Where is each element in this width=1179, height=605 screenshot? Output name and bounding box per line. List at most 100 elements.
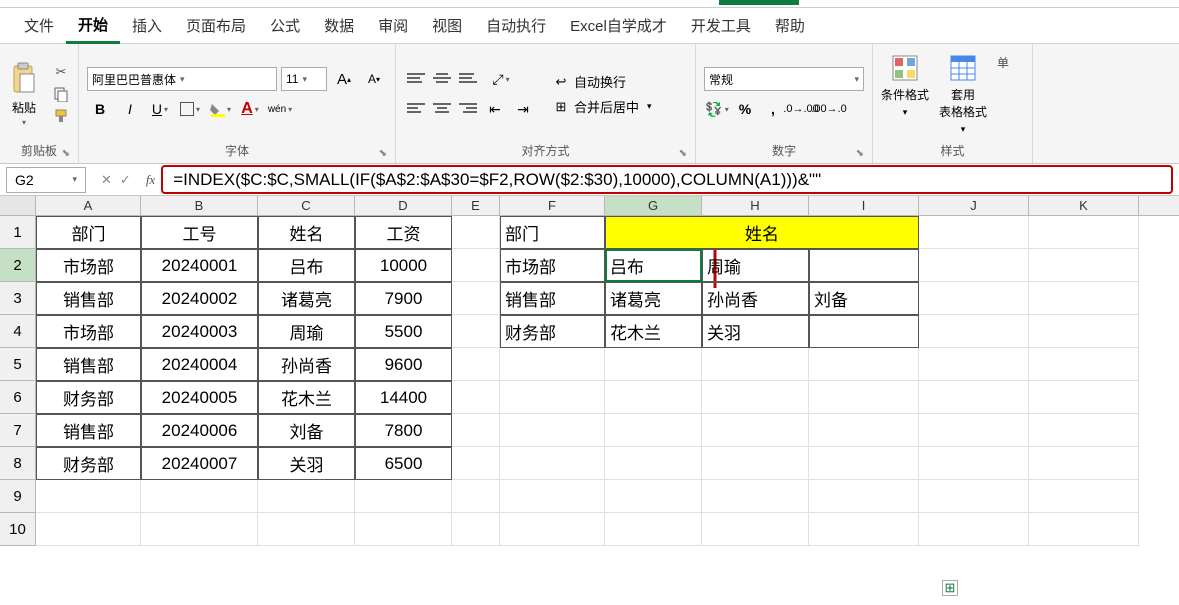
cell[interactable]: 9600 xyxy=(355,348,452,381)
cell[interactable]: 市场部 xyxy=(36,249,141,282)
cell[interactable]: 销售部 xyxy=(500,282,605,315)
cell[interactable]: 20240005 xyxy=(141,381,258,414)
cell[interactable] xyxy=(452,282,500,315)
font-color-button[interactable]: A xyxy=(237,97,263,121)
cell[interactable] xyxy=(452,348,500,381)
cell[interactable]: 花木兰 xyxy=(605,315,702,348)
cell[interactable] xyxy=(1029,249,1139,282)
cell[interactable] xyxy=(1029,282,1139,315)
cell[interactable] xyxy=(702,447,809,480)
cell[interactable]: 销售部 xyxy=(36,414,141,447)
font-launcher[interactable]: ⬊ xyxy=(379,148,387,159)
cell[interactable] xyxy=(605,348,702,381)
cell[interactable] xyxy=(258,513,355,546)
col-header-K[interactable]: K xyxy=(1029,196,1139,215)
cell[interactable] xyxy=(1029,348,1139,381)
cell[interactable] xyxy=(809,249,919,282)
cell[interactable]: 财务部 xyxy=(36,447,141,480)
tab-insert[interactable]: 插入 xyxy=(120,9,174,42)
cell[interactable]: 市场部 xyxy=(500,249,605,282)
cell[interactable]: 市场部 xyxy=(36,315,141,348)
align-right-icon[interactable] xyxy=(456,97,480,119)
cell[interactable] xyxy=(500,513,605,546)
cell[interactable]: 关羽 xyxy=(702,315,809,348)
row-header[interactable]: 7 xyxy=(0,414,36,447)
cell[interactable] xyxy=(809,381,919,414)
cell[interactable]: 诸葛亮 xyxy=(258,282,355,315)
cell[interactable]: 姓名 xyxy=(258,216,355,249)
row-header[interactable]: 2 xyxy=(0,249,36,282)
clipboard-launcher[interactable]: ⬊ xyxy=(62,148,70,159)
format-as-table-button[interactable]: 套用 表格格式▾ xyxy=(939,54,987,135)
cell[interactable] xyxy=(500,348,605,381)
cell[interactable] xyxy=(605,447,702,480)
cell[interactable] xyxy=(919,282,1029,315)
phonetic-button[interactable]: wén xyxy=(267,97,293,121)
cell[interactable] xyxy=(500,480,605,513)
row-header[interactable]: 5 xyxy=(0,348,36,381)
tab-formulas[interactable]: 公式 xyxy=(258,9,312,42)
cell[interactable] xyxy=(141,513,258,546)
increase-font-icon[interactable]: A▴ xyxy=(331,67,357,91)
col-header-E[interactable]: E xyxy=(452,196,500,215)
accept-formula-icon[interactable]: ✓ xyxy=(117,172,134,188)
cell[interactable]: 20240006 xyxy=(141,414,258,447)
format-painter-icon[interactable] xyxy=(52,107,70,125)
cell[interactable] xyxy=(809,513,919,546)
cell[interactable]: 部门 xyxy=(500,216,605,249)
cell[interactable] xyxy=(919,381,1029,414)
cell[interactable] xyxy=(605,414,702,447)
cell[interactable] xyxy=(605,480,702,513)
cell[interactable] xyxy=(702,480,809,513)
cell[interactable] xyxy=(452,513,500,546)
cell[interactable]: 孙尚香 xyxy=(702,282,809,315)
cell[interactable] xyxy=(919,348,1029,381)
cell[interactable] xyxy=(452,216,500,249)
formula-input[interactable]: =INDEX($C:$C,SMALL(IF($A$2:$A$30=$F2,ROW… xyxy=(161,165,1173,194)
cell[interactable] xyxy=(355,513,452,546)
orientation-icon[interactable]: ⤢ xyxy=(488,67,514,91)
cell[interactable]: 财务部 xyxy=(500,315,605,348)
cell[interactable]: 工号 xyxy=(141,216,258,249)
cell[interactable] xyxy=(919,447,1029,480)
cell[interactable]: 销售部 xyxy=(36,282,141,315)
cell[interactable]: 诸葛亮 xyxy=(605,282,702,315)
row-header[interactable]: 3 xyxy=(0,282,36,315)
col-header-C[interactable]: C xyxy=(258,196,355,215)
align-middle-icon[interactable] xyxy=(430,67,454,89)
cell[interactable]: 10000 xyxy=(355,249,452,282)
cell[interactable] xyxy=(809,315,919,348)
cell[interactable] xyxy=(919,414,1029,447)
cell[interactable]: 6500 xyxy=(355,447,452,480)
cell[interactable] xyxy=(919,480,1029,513)
cell[interactable] xyxy=(1029,315,1139,348)
tab-developer[interactable]: 开发工具 xyxy=(679,9,763,42)
align-center-icon[interactable] xyxy=(430,97,454,119)
font-name-combo[interactable]: 阿里巴巴普惠体▾ xyxy=(87,67,277,91)
cell[interactable] xyxy=(702,414,809,447)
number-format-combo[interactable]: 常规▾ xyxy=(704,67,864,91)
cell[interactable]: 部门 xyxy=(36,216,141,249)
border-button[interactable] xyxy=(177,97,203,121)
cell[interactable] xyxy=(1029,480,1139,513)
col-header-G[interactable]: G xyxy=(605,196,702,215)
cell[interactable] xyxy=(1029,216,1139,249)
cell[interactable] xyxy=(809,447,919,480)
cell[interactable] xyxy=(605,513,702,546)
cell[interactable] xyxy=(809,414,919,447)
underline-button[interactable]: U xyxy=(147,97,173,121)
cell[interactable]: 20240004 xyxy=(141,348,258,381)
cell[interactable] xyxy=(452,480,500,513)
wrap-text-button[interactable]: ↩自动换行 xyxy=(552,72,652,91)
cell[interactable] xyxy=(452,249,500,282)
tab-pagelayout[interactable]: 页面布局 xyxy=(174,9,258,42)
indent-increase-icon[interactable]: ⇥ xyxy=(510,97,536,121)
cell[interactable] xyxy=(1029,414,1139,447)
merge-center-button[interactable]: ⊞合并后居中▾ xyxy=(552,97,652,116)
cell[interactable] xyxy=(452,414,500,447)
cell[interactable]: 关羽 xyxy=(258,447,355,480)
fill-color-button[interactable] xyxy=(207,97,233,121)
cell[interactable] xyxy=(919,315,1029,348)
cell[interactable]: 财务部 xyxy=(36,381,141,414)
row-header[interactable]: 10 xyxy=(0,513,36,546)
